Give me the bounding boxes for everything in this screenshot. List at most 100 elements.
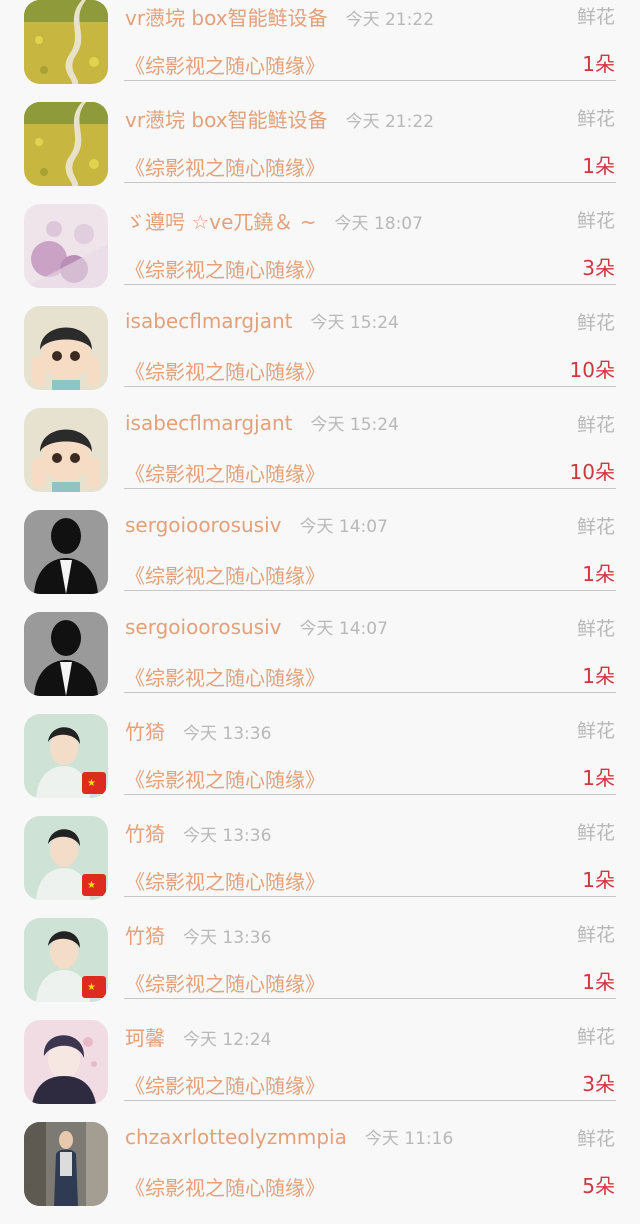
user-avatar[interactable] [24, 204, 108, 288]
program-title[interactable]: 《综影视之随心随缘》 [125, 50, 325, 79]
portrait-flag-avatar-image: ★ [24, 918, 108, 1002]
sender-name: chzaxrlotteolyzmmpia 今天 11:16 [125, 1124, 453, 1149]
anime-girl-avatar-image [24, 306, 108, 390]
row-divider [124, 896, 616, 897]
user-avatar[interactable] [24, 1122, 108, 1206]
sent-time: 今天 15:24 [310, 313, 399, 333]
sender-name-text[interactable]: chzaxrlotteolyzmmpia [125, 1125, 347, 1149]
gift-type: 鲜花 [576, 6, 615, 28]
gift-row[interactable]: sergoioorosusiv 今天 14:07 鲜花 《综影视之随心随缘》 1朵 [0, 510, 640, 612]
user-avatar[interactable] [24, 612, 108, 696]
gift-row[interactable]: isabecflmargjant 今天 15:24 鲜花 《综影视之随心随缘》 1… [0, 306, 640, 408]
sent-time: 今天 13:36 [183, 928, 272, 948]
street-photo-avatar-image [24, 1122, 108, 1206]
svg-text:★: ★ [87, 880, 96, 891]
sender-name: 竹猗 今天 13:36 [125, 920, 271, 949]
field-path-avatar-image [24, 102, 108, 186]
sender-name: vr懑垸 box智能鲢设备 今天 21:22 [125, 2, 434, 31]
program-title[interactable]: 《综影视之随心随缘》 [125, 662, 325, 691]
user-avatar[interactable]: ★ [24, 714, 108, 798]
program-title[interactable]: 《综影视之随心随缘》 [125, 866, 325, 895]
program-title[interactable]: 《综影视之随心随缘》 [125, 152, 325, 181]
user-avatar[interactable] [24, 102, 108, 186]
sender-name-text[interactable]: vr懑垸 box智能鲢设备 [125, 108, 328, 132]
gift-row[interactable]: ★ 竹猗 今天 13:36 鲜花 《综影视之随心随缘》 1朵 [0, 714, 640, 816]
sender-name-text[interactable]: vr懑垸 box智能鲢设备 [125, 6, 328, 30]
gift-row[interactable]: vr懑垸 box智能鲢设备 今天 21:22 鲜花 《综影视之随心随缘》 1朵 [0, 102, 640, 204]
row-divider [124, 1100, 616, 1101]
sent-time: 今天 21:22 [345, 112, 434, 132]
user-avatar[interactable]: ★ [24, 816, 108, 900]
program-title[interactable]: 《综影视之随心随缘》 [125, 1070, 325, 1099]
gift-row[interactable]: ★ 竹猗 今天 13:36 鲜花 《综影视之随心随缘》 1朵 [0, 816, 640, 918]
sender-name-text[interactable]: isabecflmargjant [125, 411, 292, 435]
sender-name-text[interactable]: 竹猗 [125, 720, 165, 744]
svg-text:★: ★ [87, 982, 96, 993]
row-divider [124, 998, 616, 999]
program-title[interactable]: 《综影视之随心随缘》 [125, 968, 325, 997]
gift-count: 1朵 [582, 970, 615, 994]
gift-row[interactable]: isabecflmargjant 今天 15:24 鲜花 《综影视之随心随缘》 1… [0, 408, 640, 510]
gift-count: 10朵 [569, 358, 615, 382]
row-divider [124, 488, 616, 489]
gift-count: 1朵 [582, 52, 615, 76]
gift-type: 鲜花 [576, 210, 615, 232]
sender-name-text[interactable]: 竹猗 [125, 924, 165, 948]
sent-time: 今天 14:07 [299, 517, 388, 537]
sender-name: isabecflmargjant 今天 15:24 [125, 410, 399, 435]
program-title[interactable]: 《综影视之随心随缘》 [125, 254, 325, 283]
gift-row[interactable]: vr懑垸 box智能鲢设备 今天 21:22 鲜花 《综影视之随心随缘》 1朵 [0, 0, 640, 102]
gift-count: 1朵 [582, 154, 615, 178]
row-divider [124, 692, 616, 693]
flowers-avatar-image [24, 204, 108, 288]
sent-time: 今天 14:07 [299, 619, 388, 639]
program-title[interactable]: 《综影视之随心随缘》 [125, 458, 325, 487]
anime-boy-pink-avatar-image [24, 1020, 108, 1104]
gift-row[interactable]: sergoioorosusiv 今天 14:07 鲜花 《综影视之随心随缘》 1朵 [0, 612, 640, 714]
row-divider [124, 794, 616, 795]
gift-type: 鲜花 [576, 618, 615, 640]
sender-name-text[interactable]: sergoioorosusiv [125, 615, 281, 639]
program-title[interactable]: 《综影视之随心随缘》 [125, 764, 325, 793]
program-title[interactable]: 《综影视之随心随缘》 [125, 560, 325, 589]
sender-name-text[interactable]: isabecflmargjant [125, 309, 292, 333]
row-divider [124, 284, 616, 285]
gift-count: 3朵 [582, 256, 615, 280]
portrait-flag-avatar-image: ★ [24, 816, 108, 900]
gift-list: vr懑垸 box智能鲢设备 今天 21:22 鲜花 《综影视之随心随缘》 1朵 v… [0, 0, 640, 1206]
sender-name-text[interactable]: ゞ遵呺 ☆ve兀鐃＆ ~ [125, 210, 317, 234]
user-avatar[interactable] [24, 1020, 108, 1104]
gift-row[interactable]: chzaxrlotteolyzmmpia 今天 11:16 鲜花 《综影视之随心随… [0, 1122, 640, 1224]
sender-name-text[interactable]: 竹猗 [125, 822, 165, 846]
gift-type: 鲜花 [576, 720, 615, 742]
gift-type: 鲜花 [576, 108, 615, 130]
sender-name: sergoioorosusiv 今天 14:07 [125, 614, 388, 639]
sender-name: sergoioorosusiv 今天 14:07 [125, 512, 388, 537]
gift-count: 1朵 [582, 868, 615, 892]
sender-name: 珂馨 今天 12:24 [125, 1022, 271, 1051]
sender-name: isabecflmargjant 今天 15:24 [125, 308, 399, 333]
program-title[interactable]: 《综影视之随心随缘》 [125, 356, 325, 385]
gift-row[interactable]: ゞ遵呺 ☆ve兀鐃＆ ~ 今天 18:07 鲜花 《综影视之随心随缘》 3朵 [0, 204, 640, 306]
gift-count: 1朵 [582, 562, 615, 586]
row-divider [124, 590, 616, 591]
program-title[interactable]: 《综影视之随心随缘》 [125, 1172, 325, 1201]
gift-type: 鲜花 [576, 414, 615, 436]
user-avatar[interactable] [24, 0, 108, 84]
sender-name-text[interactable]: 珂馨 [125, 1026, 165, 1050]
user-avatar[interactable] [24, 510, 108, 594]
sender-name-text[interactable]: sergoioorosusiv [125, 513, 281, 537]
gift-count: 1朵 [582, 766, 615, 790]
sent-time: 今天 21:22 [345, 10, 434, 30]
suit-figure-avatar-image [24, 510, 108, 594]
gift-type: 鲜花 [576, 516, 615, 538]
gift-row[interactable]: ★ 竹猗 今天 13:36 鲜花 《综影视之随心随缘》 1朵 [0, 918, 640, 1020]
anime-girl-avatar-image [24, 408, 108, 492]
gift-type: 鲜花 [576, 924, 615, 946]
user-avatar[interactable] [24, 306, 108, 390]
gift-row[interactable]: 珂馨 今天 12:24 鲜花 《综影视之随心随缘》 3朵 [0, 1020, 640, 1122]
sent-time: 今天 13:36 [183, 826, 272, 846]
user-avatar[interactable]: ★ [24, 918, 108, 1002]
user-avatar[interactable] [24, 408, 108, 492]
suit-figure-avatar-image [24, 612, 108, 696]
